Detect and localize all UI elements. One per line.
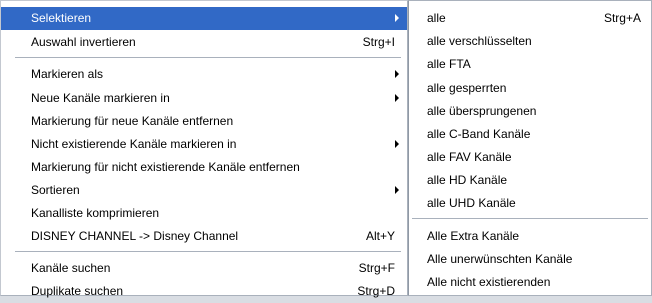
menu-item-duplikate-suchen[interactable]: Duplikate suchen Strg+D [1,280,407,303]
menu-item-label: alle HD Kanäle [427,173,508,187]
menu-item-sortieren[interactable]: Sortieren [1,179,407,202]
shortcut-label: Strg+A [603,11,641,25]
submenu-item-alle-hd[interactable]: alle HD Kanäle [409,169,651,192]
menu-item-label: alle [427,11,446,25]
submenu-item-alle-gesperrten[interactable]: alle gesperrten [409,77,651,100]
submenu-item-alle-uhd[interactable]: alle UHD Kanäle [409,192,651,215]
menu-item-label: Alle unerwünschten Kanäle [427,252,573,266]
menu-separator [15,57,401,59]
menu-item-selektieren[interactable]: Selektieren [1,7,407,30]
submenu-item-alle-fav[interactable]: alle FAV Kanäle [409,146,651,169]
submenu-item-alle-nicht-existierenden[interactable]: Alle nicht existierenden [409,271,651,294]
menu-item-label: Markieren als [31,67,104,81]
chevron-right-icon [395,70,399,78]
menu-item-label: alle FTA [427,57,471,71]
menu-item-markieren-als[interactable]: Markieren als [1,63,407,86]
menu-item-label: Auswahl invertieren [31,35,136,49]
submenu-item-alle-unerwuenschten[interactable]: Alle unerwünschten Kanäle [409,248,651,271]
chevron-right-icon [395,186,399,194]
submenu-item-alle-fta[interactable]: alle FTA [409,53,651,76]
menu-item-label: Markierung für neue Kanäle entfernen [31,114,234,128]
menu-item-label: Neue Kanäle markieren in [31,91,170,105]
shortcut-label: Strg+D [357,284,395,298]
menu-item-label: Sortieren [31,183,80,197]
menu-item-label: Selektieren [31,11,92,25]
submenu-item-alle-extra[interactable]: Alle Extra Kanäle [409,225,651,248]
menu-item-label: DISNEY CHANNEL -> Disney Channel [31,229,239,243]
menu-item-label: Nicht existierende Kanäle markieren in [31,137,237,151]
shortcut-label: Strg+F [358,261,395,275]
menu-item-markierung-nicht-existierende-entfernen[interactable]: Markierung für nicht existierende Kanäle… [1,156,407,179]
chevron-right-icon [395,94,399,102]
submenu-item-alle[interactable]: alle Strg+A [409,7,651,30]
menu-item-neue-kanaele-markieren[interactable]: Neue Kanäle markieren in [1,87,407,110]
menu-item-nicht-existierende-markieren[interactable]: Nicht existierende Kanäle markieren in [1,133,407,156]
shortcut-label: Alt+Y [365,229,395,243]
menu-item-label: alle UHD Kanäle [427,196,516,210]
menu-separator [15,251,401,253]
menu-item-label: Alle nicht existierenden [427,275,551,289]
menu-item-label: Kanalliste komprimieren [31,206,160,220]
menu-item-label: Kanäle suchen [31,261,111,275]
menu-item-auswahl-invertieren[interactable]: Auswahl invertieren Strg+I [1,31,407,54]
chevron-right-icon [395,140,399,148]
shortcut-label: Strg+I [362,35,395,49]
submenu-item-alle-c-band[interactable]: alle C-Band Kanäle [409,123,651,146]
menu-item-label: alle C-Band Kanäle [427,127,531,141]
selektieren-submenu: alle Strg+A alle verschlüsselten alle FT… [408,0,652,296]
menu-item-label: Markierung für nicht existierende Kanäle… [31,160,300,174]
submenu-item-alle-uebersprungenen[interactable]: alle übersprungenen [409,100,651,123]
menu-item-markierung-neue-entfernen[interactable]: Markierung für neue Kanäle entfernen [1,110,407,133]
menu-item-label: alle übersprungenen [427,104,537,118]
menu-item-label: alle FAV Kanäle [427,150,512,164]
menu-item-label: Alle Extra Kanäle [427,229,520,243]
menu-item-kanaele-suchen[interactable]: Kanäle suchen Strg+F [1,257,407,280]
submenu-item-alle-verschluesselten[interactable]: alle verschlüsselten [409,30,651,53]
menu-item-disney-channel-rename[interactable]: DISNEY CHANNEL -> Disney Channel Alt+Y [1,225,407,248]
menu-item-label: alle verschlüsselten [427,34,532,48]
menu-item-label: alle gesperrten [427,81,507,95]
menu-separator [412,218,648,220]
chevron-right-icon [395,14,399,22]
context-menu: Selektieren Auswahl invertieren Strg+I M… [0,0,408,298]
menu-item-label: Duplikate suchen [31,284,124,298]
menu-item-kanalliste-komprimieren[interactable]: Kanalliste komprimieren [1,202,407,225]
